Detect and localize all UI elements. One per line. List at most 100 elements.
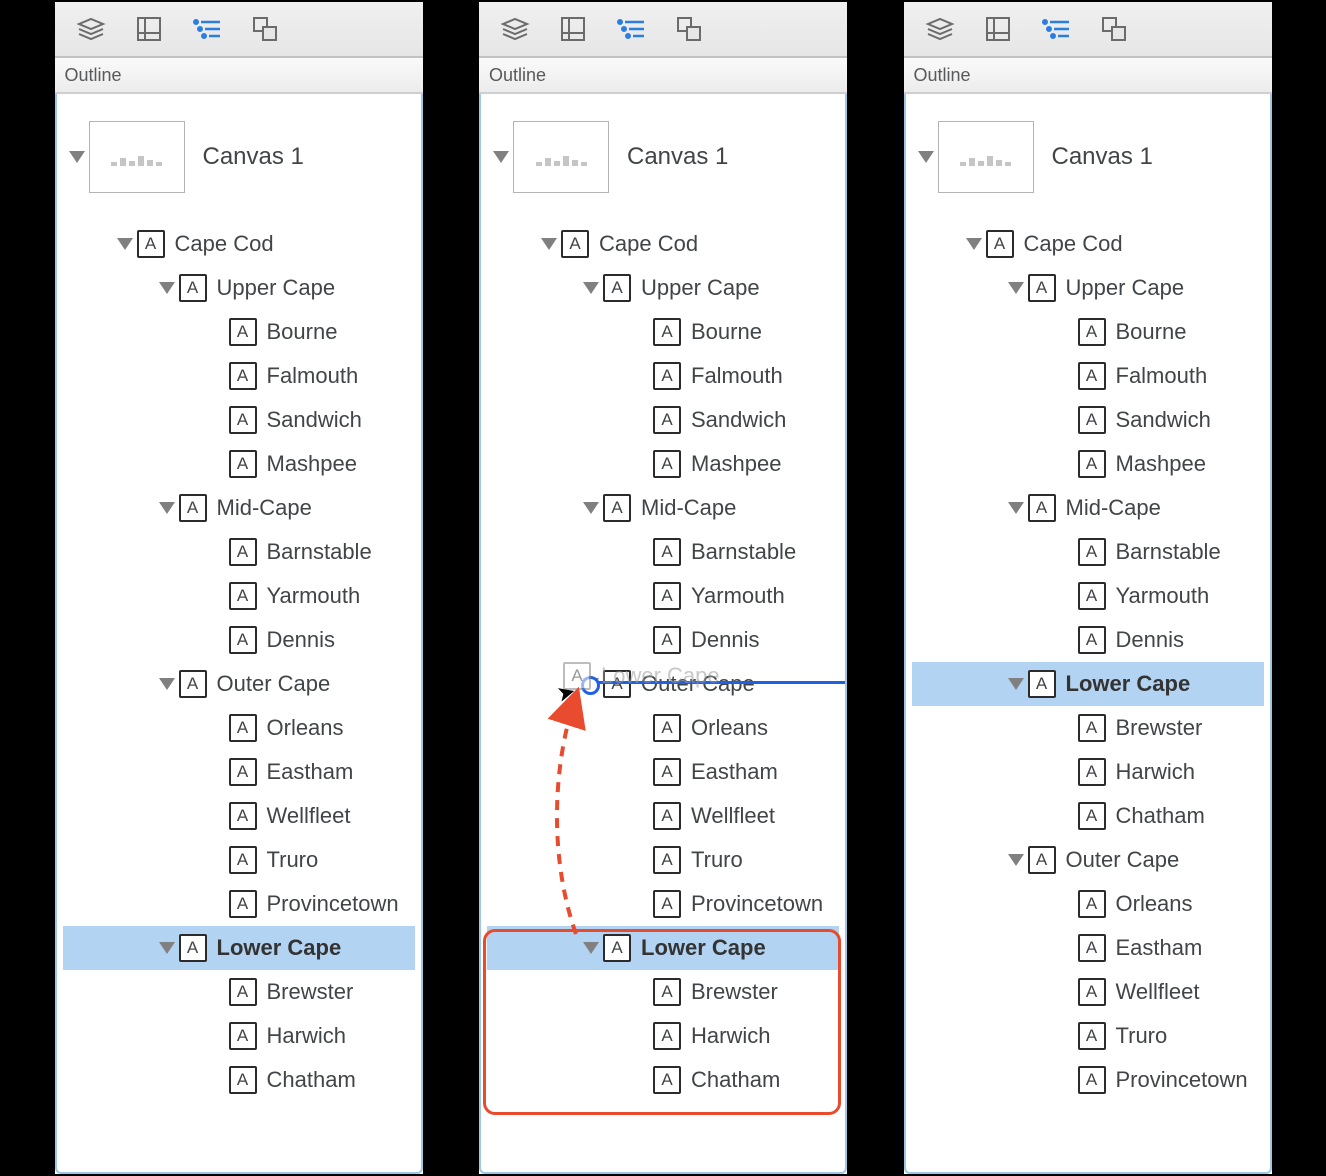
disclosure-triangle-icon[interactable] bbox=[159, 678, 175, 690]
layers-icon[interactable] bbox=[497, 11, 533, 47]
outline-item[interactable]: ABourne bbox=[487, 310, 839, 354]
outline-item[interactable]: AMid-Cape bbox=[487, 486, 839, 530]
outline-item[interactable]: AEastham bbox=[63, 750, 415, 794]
outline-item[interactable]: AHarwich bbox=[487, 1014, 839, 1058]
outline-item[interactable]: ACape Cod bbox=[912, 222, 1264, 266]
outline-item[interactable]: ADennis bbox=[63, 618, 415, 662]
outline-item[interactable]: ADennis bbox=[912, 618, 1264, 662]
disclosure-triangle-icon[interactable] bbox=[583, 282, 599, 294]
outline-item[interactable]: AProvincetown bbox=[63, 882, 415, 926]
disclosure-triangle-icon[interactable] bbox=[541, 238, 557, 250]
outline-item[interactable]: ASandwich bbox=[63, 398, 415, 442]
disclosure-triangle-icon[interactable] bbox=[159, 502, 175, 514]
disclosure-triangle-icon[interactable] bbox=[966, 238, 982, 250]
canvas-thumbnail[interactable] bbox=[938, 121, 1034, 193]
outline-item[interactable]: AFalmouth bbox=[63, 354, 415, 398]
outline-item[interactable]: AChatham bbox=[912, 794, 1264, 838]
outline-item[interactable]: AUpper Cape bbox=[487, 266, 839, 310]
outline-item[interactable]: ABrewster bbox=[487, 970, 839, 1014]
outline-item[interactable]: AWellfleet bbox=[912, 970, 1264, 1014]
outline-item[interactable]: ALower Cape bbox=[487, 926, 839, 970]
disclosure-triangle-icon[interactable] bbox=[1008, 678, 1024, 690]
selection-icon[interactable] bbox=[671, 11, 707, 47]
outline-item[interactable]: AProvincetown bbox=[912, 1058, 1264, 1102]
outline-item[interactable]: ABourne bbox=[912, 310, 1264, 354]
outline-item[interactable]: ASandwich bbox=[912, 398, 1264, 442]
outline-item[interactable]: ABarnstable bbox=[912, 530, 1264, 574]
outline-icon[interactable] bbox=[189, 11, 225, 47]
outline-tree[interactable]: Canvas 1 ACape CodAUpper CapeABourneAFal… bbox=[479, 94, 847, 1174]
outline-item[interactable]: AYarmouth bbox=[487, 574, 839, 618]
disclosure-triangle-icon[interactable] bbox=[583, 502, 599, 514]
selection-icon[interactable] bbox=[247, 11, 283, 47]
outline-item[interactable]: AYarmouth bbox=[63, 574, 415, 618]
outline-item[interactable]: AFalmouth bbox=[912, 354, 1264, 398]
canvas-row[interactable]: Canvas 1 bbox=[487, 112, 839, 202]
outline-item[interactable]: ABourne bbox=[63, 310, 415, 354]
outline-item[interactable]: ALower Cape bbox=[63, 926, 415, 970]
outline-item[interactable]: ABrewster bbox=[912, 706, 1264, 750]
outline-item[interactable]: AProvincetown bbox=[487, 882, 839, 926]
outline-item[interactable]: ACape Cod bbox=[487, 222, 839, 266]
guides-icon[interactable] bbox=[555, 11, 591, 47]
canvas-thumbnail[interactable] bbox=[513, 121, 609, 193]
disclosure-triangle-icon[interactable] bbox=[1008, 502, 1024, 514]
outline-item[interactable]: AChatham bbox=[63, 1058, 415, 1102]
outline-item[interactable]: ASandwich bbox=[487, 398, 839, 442]
outline-item[interactable]: AHarwich bbox=[912, 750, 1264, 794]
outline-item[interactable]: ATruro bbox=[487, 838, 839, 882]
disclosure-triangle-icon[interactable] bbox=[918, 151, 934, 163]
outline-item[interactable]: AWellfleet bbox=[63, 794, 415, 838]
outline-item[interactable]: AMashpee bbox=[63, 442, 415, 486]
layers-icon[interactable] bbox=[922, 11, 958, 47]
disclosure-triangle-icon[interactable] bbox=[117, 238, 133, 250]
outline-icon[interactable] bbox=[1038, 11, 1074, 47]
disclosure-spacer bbox=[629, 458, 649, 470]
disclosure-triangle-icon[interactable] bbox=[583, 942, 599, 954]
outline-item[interactable]: AEastham bbox=[912, 926, 1264, 970]
canvas-thumbnail[interactable] bbox=[89, 121, 185, 193]
outline-item[interactable]: AOuter Cape bbox=[912, 838, 1264, 882]
outline-item[interactable]: AFalmouth bbox=[487, 354, 839, 398]
outline-item[interactable]: AUpper Cape bbox=[63, 266, 415, 310]
outline-item[interactable]: ATruro bbox=[63, 838, 415, 882]
canvas-row[interactable]: Canvas 1 bbox=[912, 112, 1264, 202]
outline-item[interactable]: AHarwich bbox=[63, 1014, 415, 1058]
outline-item[interactable]: ACape Cod bbox=[63, 222, 415, 266]
outline-item[interactable]: AChatham bbox=[487, 1058, 839, 1102]
guides-icon[interactable] bbox=[980, 11, 1016, 47]
outline-item[interactable]: AOrleans bbox=[487, 706, 839, 750]
disclosure-triangle-icon[interactable] bbox=[1008, 282, 1024, 294]
canvas-row[interactable]: Canvas 1 bbox=[63, 112, 415, 202]
outline-item[interactable]: ATruro bbox=[912, 1014, 1264, 1058]
outline-item-label: Dennis bbox=[691, 627, 759, 653]
disclosure-triangle-icon[interactable] bbox=[493, 151, 509, 163]
outline-item[interactable]: ABarnstable bbox=[487, 530, 839, 574]
disclosure-triangle-icon[interactable] bbox=[69, 151, 85, 163]
outline-item[interactable]: AUpper Cape bbox=[912, 266, 1264, 310]
outline-item[interactable]: AMid-Cape bbox=[912, 486, 1264, 530]
outline-item[interactable]: AMashpee bbox=[912, 442, 1264, 486]
outline-tree[interactable]: Canvas 1 ACape CodAUpper CapeABourneAFal… bbox=[904, 94, 1272, 1174]
selection-icon[interactable] bbox=[1096, 11, 1132, 47]
disclosure-triangle-icon[interactable] bbox=[1008, 854, 1024, 866]
outline-tree[interactable]: Canvas 1 ACape CodAUpper CapeABourneAFal… bbox=[55, 94, 423, 1174]
outline-item[interactable]: AMid-Cape bbox=[63, 486, 415, 530]
outline-icon[interactable] bbox=[613, 11, 649, 47]
outline-item[interactable]: ABrewster bbox=[63, 970, 415, 1014]
outline-item[interactable]: AOuter Cape bbox=[63, 662, 415, 706]
disclosure-triangle-icon[interactable] bbox=[159, 942, 175, 954]
outline-item[interactable]: AOrleans bbox=[63, 706, 415, 750]
disclosure-triangle-icon[interactable] bbox=[159, 282, 175, 294]
outline-item[interactable]: AOrleans bbox=[912, 882, 1264, 926]
outline-item[interactable]: ALower Cape bbox=[912, 662, 1264, 706]
outline-item[interactable]: AMashpee bbox=[487, 442, 839, 486]
guides-icon[interactable] bbox=[131, 11, 167, 47]
outline-item[interactable]: ADennis bbox=[487, 618, 839, 662]
outline-item[interactable]: AEastham bbox=[487, 750, 839, 794]
outline-item[interactable]: AWellfleet bbox=[487, 794, 839, 838]
outline-item[interactable]: ABarnstable bbox=[63, 530, 415, 574]
text-object-icon: A bbox=[1028, 670, 1056, 698]
outline-item[interactable]: AYarmouth bbox=[912, 574, 1264, 618]
layers-icon[interactable] bbox=[73, 11, 109, 47]
